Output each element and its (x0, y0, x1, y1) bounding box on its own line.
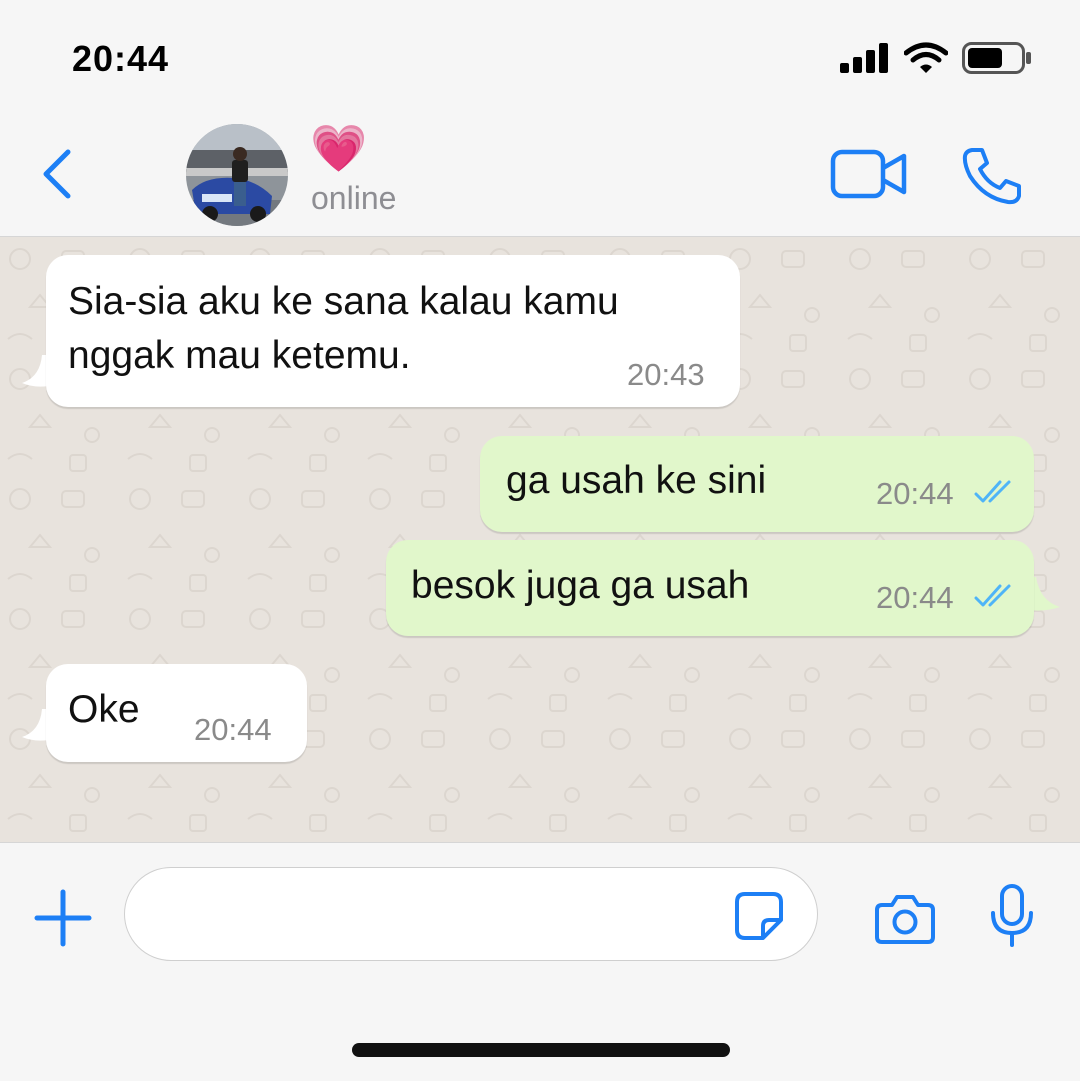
composer-bar (0, 842, 1080, 1081)
back-button[interactable] (36, 146, 84, 202)
camera-icon (875, 895, 935, 944)
message-time: 20:43 (627, 357, 705, 392)
message-bubble-outgoing[interactable]: ga usah ke sini 20:44 (480, 436, 1034, 532)
read-receipt-icon (974, 584, 1011, 607)
message-bubble-outgoing[interactable]: besok juga ga usah 20:44 (386, 540, 1034, 636)
voice-call-button[interactable] (960, 146, 1024, 206)
message-input[interactable] (155, 890, 739, 942)
camera-button[interactable] (874, 893, 936, 945)
microphone-button[interactable] (988, 883, 1036, 949)
message-bubble-incoming[interactable]: Sia-sia aku ke sana kalau kamu nggak mau… (46, 255, 740, 407)
phone-icon (962, 148, 1021, 205)
sticker-button[interactable] (733, 890, 785, 942)
signal-icon (840, 43, 888, 73)
message-field[interactable] (124, 867, 818, 961)
message-time: 20:44 (194, 712, 272, 747)
read-receipt-icon (974, 480, 1011, 503)
chevron-left-icon (43, 149, 71, 199)
wifi-icon (904, 42, 948, 73)
video-call-button[interactable] (830, 148, 908, 200)
contact-avatar[interactable] (186, 124, 288, 226)
message-text: Oke (68, 688, 140, 731)
attach-button[interactable] (34, 889, 92, 947)
message-text: besok juga ga usah (411, 564, 750, 607)
contact-name[interactable]: 💗 (310, 122, 367, 174)
status-time: 20:44 (72, 38, 170, 79)
message-text: Sia-sia aku ke sana kalau kamu (68, 280, 619, 323)
message-time: 20:44 (876, 476, 954, 511)
message-bubble-incoming[interactable]: Oke 20:44 (46, 664, 307, 762)
contact-status: online (311, 180, 397, 216)
avatar-photo (186, 124, 288, 226)
status-bar: 20:44 (0, 0, 1080, 110)
sticker-icon (735, 892, 783, 940)
battery-icon (962, 42, 1031, 74)
chat-area[interactable]: Sia-sia aku ke sana kalau kamu nggak mau… (0, 237, 1080, 842)
video-camera-icon (830, 149, 907, 199)
status-icons (840, 40, 1032, 76)
home-indicator[interactable] (352, 1043, 730, 1057)
microphone-icon (991, 884, 1033, 947)
chat-header: 💗 online (0, 110, 1080, 237)
message-time: 20:44 (876, 580, 954, 615)
message-text: nggak mau ketemu. (68, 334, 411, 377)
message-text: ga usah ke sini (506, 459, 767, 502)
plus-icon (34, 889, 92, 947)
